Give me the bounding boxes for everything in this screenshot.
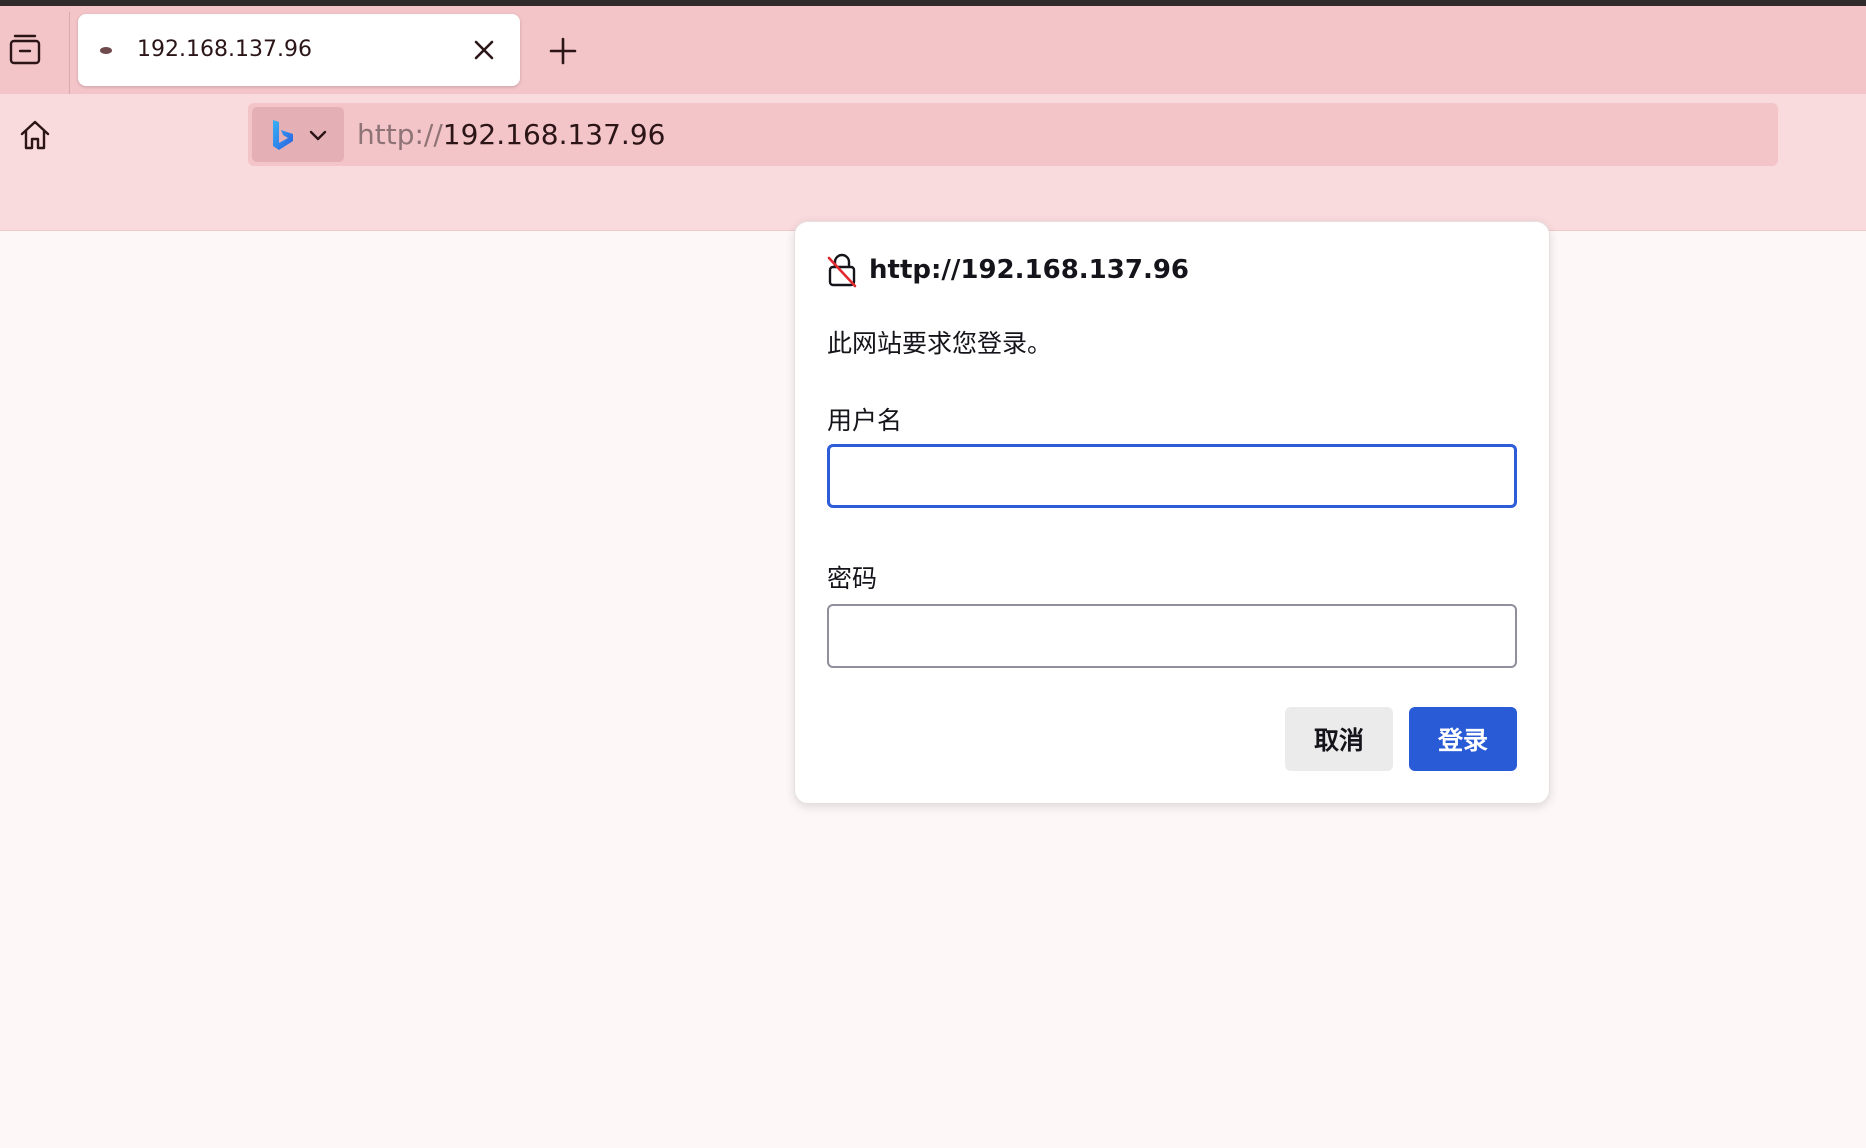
tab-active[interactable]: 192.168.137.96 [78,14,520,86]
url-bar[interactable]: http://192.168.137.96 [248,103,1778,166]
tab-bar: 192.168.137.96 [0,6,1866,100]
url-host: 192.168.137.96 [442,118,666,151]
tab-list-button[interactable] [0,20,50,78]
tabbar-separator [69,12,70,100]
dialog-origin: http://192.168.137.96 [869,255,1189,285]
password-label: 密码 [827,564,878,593]
bing-logo-icon [273,120,293,150]
tab-list-icon [9,34,41,65]
default-favicon-icon [100,47,112,54]
username-label: 用户名 [827,406,903,435]
search-engine-button[interactable] [252,107,344,162]
new-tab-button[interactable] [544,32,582,70]
plus-icon [549,37,577,65]
insecure-lock-icon [827,253,857,288]
url-scheme: http:// [357,118,443,151]
cancel-button[interactable]: 取消 [1285,707,1393,771]
login-button[interactable]: 登录 [1409,707,1517,771]
password-field[interactable] [827,604,1517,668]
chevron-down-icon [309,130,327,141]
home-icon [20,120,50,150]
navigation-bar: http://192.168.137.96 [0,94,1866,231]
auth-dialog: http://192.168.137.96 此网站要求您登录。 用户名 密码 取… [794,221,1550,804]
home-button[interactable] [14,114,56,156]
url-text[interactable]: http://192.168.137.96 [357,103,665,166]
dialog-message: 此网站要求您登录。 [827,329,1053,358]
username-field[interactable] [827,444,1517,508]
tab-close-button[interactable] [466,32,502,68]
close-icon [474,40,494,60]
tab-title: 192.168.137.96 [137,37,312,62]
